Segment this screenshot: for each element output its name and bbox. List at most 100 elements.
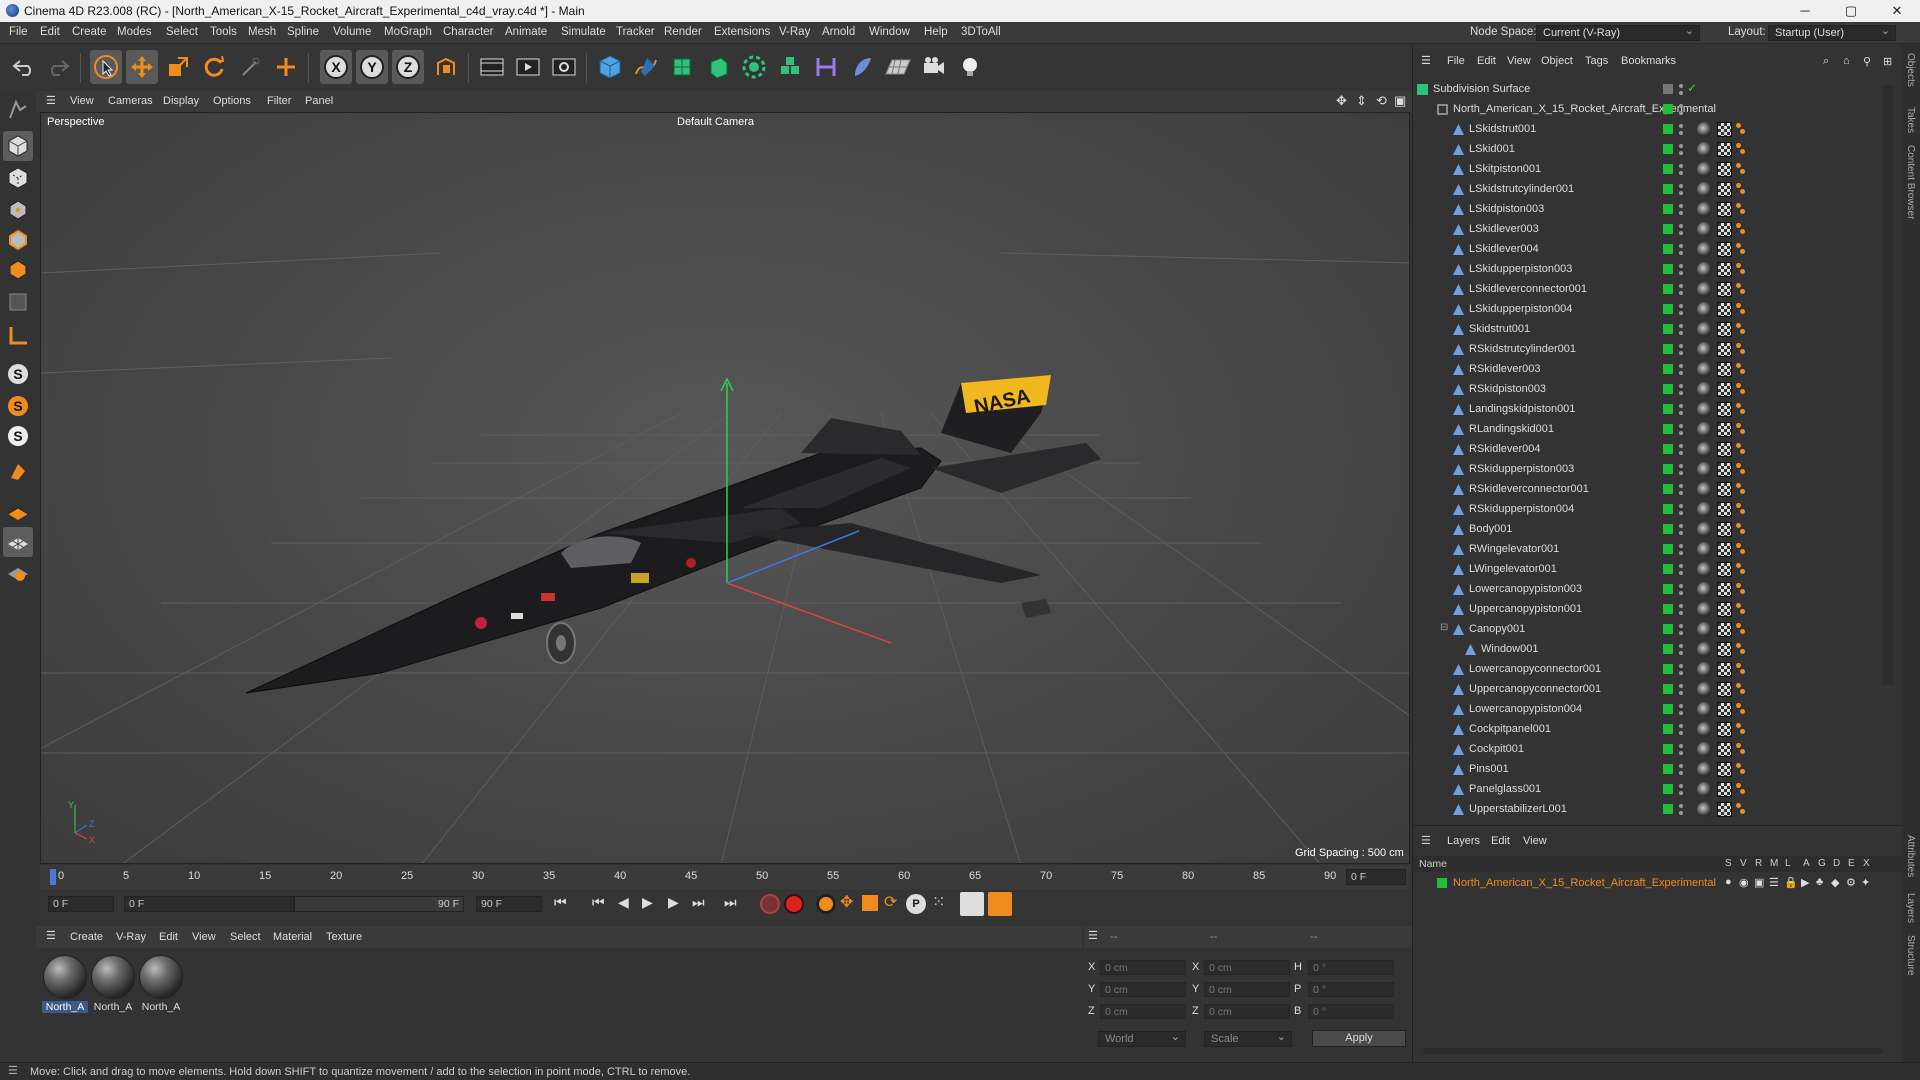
vray-tag-icon[interactable] [1735,383,1747,396]
material-tag-icon[interactable] [1717,742,1732,757]
visibility-dots-icon[interactable] [1679,343,1683,357]
layer-visible-icon[interactable]: ◉ [1739,876,1749,889]
material-tag-icon[interactable] [1717,522,1732,537]
object-home-icon[interactable]: ⌂ [1843,55,1850,67]
layer-color-indicator[interactable] [1663,184,1673,194]
object-menu-edit[interactable]: Edit [1477,55,1496,67]
menu-spline[interactable]: Spline [287,26,319,38]
visibility-dots-icon[interactable] [1679,443,1683,457]
visibility-dots-icon[interactable] [1679,163,1683,177]
visibility-dots-icon[interactable] [1679,83,1683,97]
layer-col-v[interactable]: V [1740,858,1747,869]
vray-tag-icon[interactable] [1735,483,1747,496]
playhead-marker[interactable] [50,869,56,885]
layer-xref-icon[interactable]: ✦ [1861,876,1870,889]
phong-tag-icon[interactable] [1697,762,1712,777]
layer-lock-icon[interactable]: 🔒 [1784,876,1798,889]
material-tag-icon[interactable] [1717,542,1732,557]
menu-extensions[interactable]: Extensions [714,26,770,38]
object-menu-view[interactable]: View [1507,55,1531,67]
layer-color-indicator[interactable] [1663,764,1673,774]
go-to-start-icon[interactable]: ⏮ [554,894,567,911]
size-y-field[interactable]: 0 cm [1204,982,1290,997]
layer-col-a[interactable]: A [1803,858,1810,869]
menu-mograph[interactable]: MoGraph [384,26,432,38]
object-row-root[interactable]: Subdivision Surface ✓ [1413,80,1883,100]
snap-icon[interactable]: S [3,359,33,389]
layer-horizontal-scrollbar[interactable] [1423,1048,1883,1054]
recent-tool-icon[interactable] [234,50,266,84]
material-tag-icon[interactable] [1717,462,1732,477]
phong-tag-icon[interactable] [1697,482,1712,497]
visibility-dots-icon[interactable] [1679,723,1683,737]
layer-color-indicator[interactable] [1663,444,1673,454]
axis-mode-icon[interactable] [3,321,33,351]
visibility-dots-icon[interactable] [1679,423,1683,437]
menu-window[interactable]: Window [869,26,910,38]
visibility-dots-icon[interactable] [1679,603,1683,617]
object-menu-tags[interactable]: Tags [1585,55,1608,67]
material-menu-view[interactable]: View [192,931,216,943]
previous-key-icon[interactable]: ⏮ [592,894,605,911]
layer-menu-edit[interactable]: Edit [1491,835,1510,847]
size-x-field[interactable]: 0 cm [1204,960,1290,975]
layer-color-indicator[interactable] [1663,684,1673,694]
menu-character[interactable]: Character [443,26,494,38]
vray-tag-icon[interactable] [1735,523,1747,536]
layer-color-indicator[interactable] [1663,244,1673,254]
object-row[interactable]: RSkidlever004 [1413,440,1883,460]
object-row[interactable]: Lowercanopyconnector001 [1413,660,1883,680]
vray-tag-icon[interactable] [1735,343,1747,356]
layer-animation-icon[interactable]: ▶ [1801,876,1809,889]
viewport-menu-display[interactable]: Display [163,95,199,107]
vray-tag-icon[interactable] [1735,563,1747,576]
phong-tag-icon[interactable] [1697,382,1712,397]
material-tag-icon[interactable] [1717,582,1732,597]
current-frame-field[interactable]: 0 F [1346,869,1406,885]
object-row[interactable]: RSkidstrutcylinder001 [1413,340,1883,360]
object-row[interactable]: RSkidpiston003 [1413,380,1883,400]
material-tag-icon[interactable] [1717,142,1732,157]
phong-tag-icon[interactable] [1697,742,1712,757]
autokeying-icon[interactable] [784,894,804,914]
coordinate-mode-dropdown[interactable]: World [1098,1030,1186,1047]
visibility-dots-icon[interactable] [1679,803,1683,817]
visibility-dots-icon[interactable] [1679,123,1683,137]
material-menu-create[interactable]: Create [70,931,103,943]
object-row[interactable]: LSkidlever003 [1413,220,1883,240]
layer-render-icon[interactable]: ▣ [1754,876,1764,889]
material-tag-icon[interactable] [1717,162,1732,177]
vray-tag-icon[interactable] [1735,723,1747,736]
planar-workplane-icon[interactable] [3,557,33,587]
material-tag-icon[interactable] [1717,662,1732,677]
material-tag-icon[interactable] [1717,382,1732,397]
previous-frame-icon[interactable]: ◀ [618,894,629,911]
layer-color-indicator[interactable] [1663,724,1673,734]
menu-help[interactable]: Help [924,26,948,38]
vray-tag-icon[interactable] [1735,423,1747,436]
vray-tag-icon[interactable] [1735,663,1747,676]
layer-color-indicator[interactable] [1663,324,1673,334]
layer-manager-icon[interactable]: ☰ [1769,876,1779,889]
layer-color-indicator[interactable] [1663,144,1673,154]
layer-solo-icon[interactable]: ● [1725,876,1732,888]
menu-vray[interactable]: V-Ray [779,26,810,38]
render-to-picture-viewer-icon[interactable] [512,50,544,84]
phong-tag-icon[interactable] [1697,682,1712,697]
polygons-mode-icon[interactable] [3,255,33,285]
viewport-menu-panel[interactable]: Panel [305,95,333,107]
material-tag-icon[interactable] [1717,222,1732,237]
phong-tag-icon[interactable] [1697,622,1712,637]
viewport-rotate-icon[interactable]: ⟲ [1376,93,1387,109]
points-mode-icon[interactable] [3,195,33,225]
layer-expressions-icon[interactable]: ⚙ [1846,876,1856,889]
phong-tag-icon[interactable] [1697,662,1712,677]
material-tag-icon[interactable] [1717,722,1732,737]
vray-tag-icon[interactable] [1735,263,1747,276]
subdivision-surface-icon[interactable] [666,50,698,84]
layer-col-g[interactable]: G [1818,858,1826,869]
model-mode-icon[interactable] [3,131,33,161]
layer-color-indicator[interactable] [1663,804,1673,814]
object-menu-object[interactable]: Object [1541,55,1573,67]
redo-icon[interactable] [42,50,74,84]
